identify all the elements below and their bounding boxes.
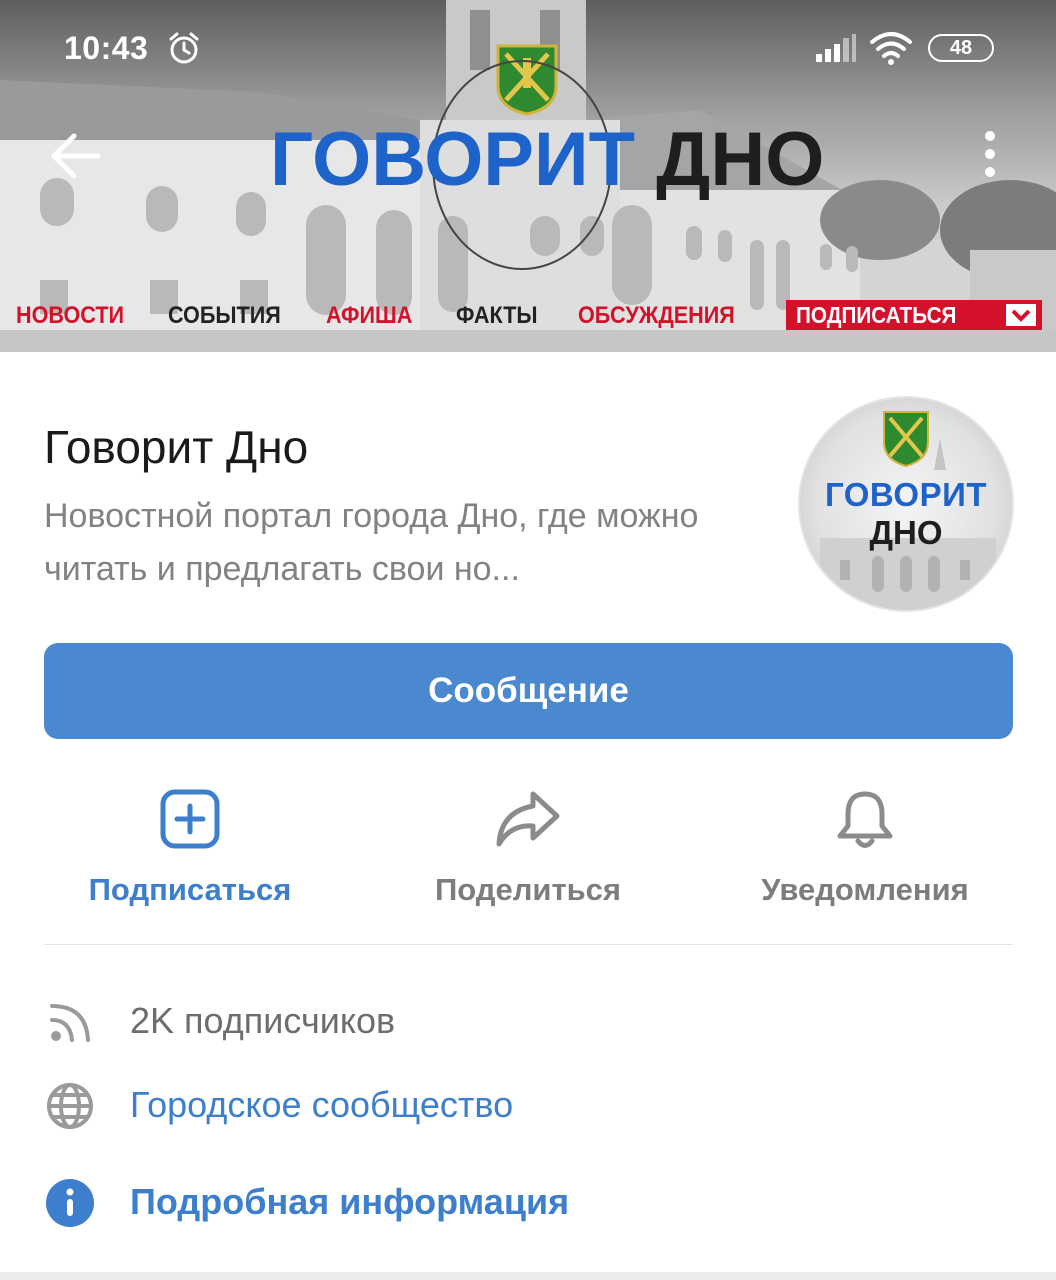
- cover-nav-discussions: ОБСУЖДЕНИЯ: [578, 302, 735, 329]
- avatar-text-line2: ДНО: [869, 514, 943, 551]
- share-arrow-icon: [496, 791, 560, 847]
- subscribers-count: 2K подписчиков: [130, 1000, 396, 1041]
- group-name: Говорит Дно: [44, 421, 309, 473]
- cover-subscribe-banner: ПОДПИСАТЬСЯ: [786, 300, 1042, 330]
- brand-title-part1: ГОВОРИТ: [270, 117, 636, 202]
- signal-icon: [816, 34, 856, 62]
- cover-nav-poster: АФИША: [326, 302, 413, 329]
- more-vertical-icon[interactable]: [970, 126, 1010, 186]
- subscribe-action-label: Подписаться: [88, 872, 292, 907]
- notifications-action[interactable]: Уведомления: [715, 788, 1015, 918]
- rss-icon: [50, 1004, 90, 1042]
- share-action-label: Поделиться: [434, 872, 622, 907]
- bell-icon: [837, 791, 893, 848]
- share-action[interactable]: Поделиться: [378, 788, 678, 918]
- avatar-text-line1: ГОВОРИТ: [824, 476, 987, 513]
- message-button[interactable]: Сообщение: [44, 643, 1013, 739]
- cover-nav-facts: ФАКТЫ: [456, 302, 538, 329]
- notifications-action-label: Уведомления: [761, 872, 969, 907]
- chevron-down-icon: [1006, 304, 1036, 326]
- status-time: 10:43: [64, 30, 149, 66]
- group-description[interactable]: Новостной портал города Дно, где можно ч…: [44, 490, 774, 596]
- details-link: Подробная информация: [130, 1181, 570, 1222]
- cover-subscribe-label: ПОДПИСАТЬСЯ: [796, 302, 957, 328]
- plus-square-icon: [160, 789, 220, 849]
- brand-title: ГОВОРИТ ДНО: [270, 122, 824, 198]
- cover-image: 10:43 48 ГОВОРИТ ДНО НОВОСТИ СОБЫТИЯ АФИ…: [0, 0, 1056, 352]
- globe-icon: [47, 1083, 93, 1129]
- battery-icon: 48: [928, 34, 994, 62]
- cover-nav-events: СОБЫТИЯ: [168, 302, 281, 329]
- arrow-left-icon[interactable]: [44, 124, 108, 188]
- bottom-separator: [0, 1272, 1056, 1280]
- wifi-icon: [870, 32, 912, 65]
- divider: [44, 944, 1013, 945]
- subscribe-action[interactable]: Подписаться: [40, 788, 340, 918]
- info-icon: [46, 1179, 94, 1227]
- cover-nav-news: НОВОСТИ: [16, 302, 125, 329]
- avatar[interactable]: ГОВОРИТ ДНО: [798, 396, 1014, 612]
- battery-level: 48: [949, 37, 973, 59]
- brand-title-part2: ДНО: [656, 117, 825, 202]
- alarm-icon: [169, 32, 199, 64]
- community-category: Городское сообщество: [130, 1084, 514, 1125]
